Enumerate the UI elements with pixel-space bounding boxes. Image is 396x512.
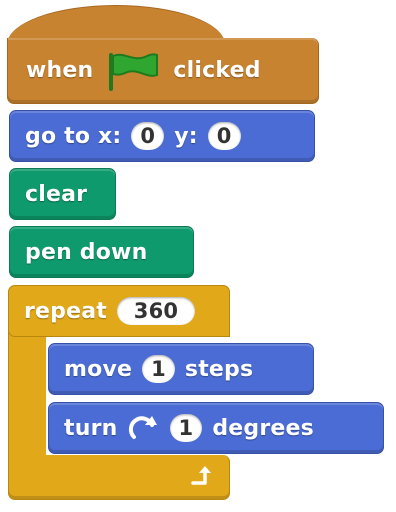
loop-arrow-icon <box>189 463 215 489</box>
repeat-block[interactable]: repeat 360 <box>8 285 230 337</box>
when-flag-clicked-block[interactable]: when clicked <box>7 38 319 104</box>
clear-label: clear <box>25 181 88 207</box>
repeat-block-arm <box>8 330 46 462</box>
green-flag-icon <box>103 51 163 91</box>
repeat-block-bottom[interactable] <box>8 455 230 500</box>
clear-block[interactable]: clear <box>9 168 116 220</box>
move-label: move <box>64 356 133 382</box>
degrees-label: degrees <box>212 415 314 441</box>
steps-input[interactable]: 1 <box>142 355 175 383</box>
x-input[interactable]: 0 <box>131 122 165 150</box>
turn-label: turn <box>64 415 118 441</box>
pen-down-label: pen down <box>25 239 148 265</box>
degrees-input[interactable]: 1 <box>169 414 203 442</box>
turn-degrees-block[interactable]: turn 1 degrees <box>48 402 384 454</box>
go-to-x-label: go to x: <box>25 123 122 149</box>
clicked-label: clicked <box>173 58 261 83</box>
pen-down-block[interactable]: pen down <box>9 226 194 278</box>
repeat-count-input[interactable]: 360 <box>117 297 196 325</box>
rotate-clockwise-icon <box>128 413 160 443</box>
y-input[interactable]: 0 <box>207 122 241 150</box>
y-label: y: <box>174 123 198 149</box>
move-steps-block[interactable]: move 1 steps <box>48 343 314 395</box>
go-to-xy-block[interactable]: go to x: 0 y: 0 <box>9 110 315 162</box>
repeat-label: repeat <box>24 298 108 324</box>
steps-label: steps <box>184 356 254 382</box>
when-label: when <box>26 58 94 83</box>
